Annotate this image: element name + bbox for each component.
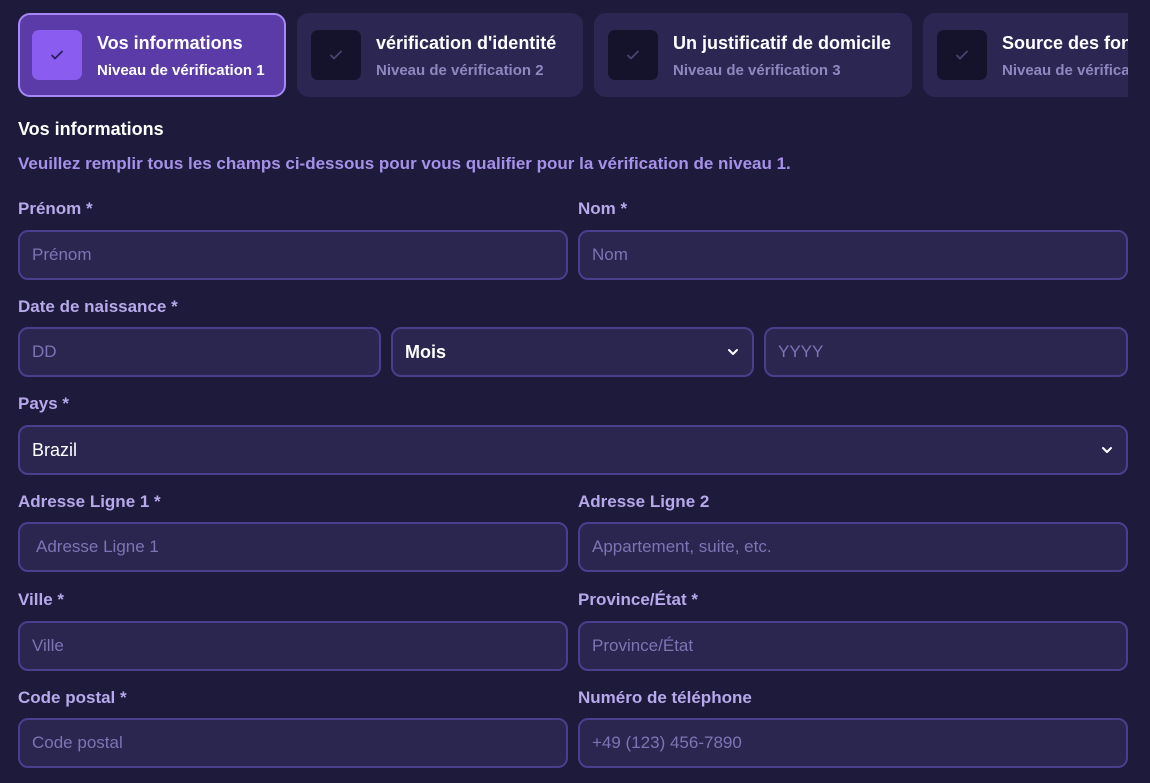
first-name-input[interactable] (18, 230, 568, 280)
address2-input[interactable] (578, 522, 1128, 572)
check-icon (311, 30, 361, 80)
check-icon (32, 30, 82, 80)
step-justificatif-domicile[interactable]: Un justificatif de domicile Niveau de vé… (594, 13, 912, 97)
last-name-label: Nom * (578, 199, 628, 218)
dob-year-input[interactable] (764, 327, 1128, 377)
address1-label: Adresse Ligne 1 * (18, 492, 161, 511)
city-label: Ville * (18, 590, 64, 609)
country-label: Pays * (18, 394, 70, 413)
province-input[interactable] (578, 621, 1128, 671)
postal-input[interactable] (18, 718, 568, 768)
step-level: Niveau de vérification 3 (673, 61, 841, 79)
step-level: Niveau de vérification 1 (97, 61, 265, 79)
chevron-down-icon (728, 349, 738, 355)
step-title: Vos informations (97, 32, 243, 53)
chevron-down-icon (1102, 447, 1112, 453)
step-title: vérification d'identité (376, 32, 557, 53)
last-name-input[interactable] (578, 230, 1128, 280)
address1-input[interactable] (18, 522, 568, 572)
phone-input[interactable] (578, 718, 1128, 768)
postal-label: Code postal * (18, 688, 127, 707)
step-verification-identite[interactable]: vérification d'identité Niveau de vérifi… (297, 13, 583, 97)
step-source-des-fonds[interactable]: Source des fonds Niveau de vérification … (923, 13, 1128, 97)
step-title: Un justificatif de domicile (673, 32, 892, 53)
section-description: Veuillez remplir tous les champs ci-dess… (18, 154, 791, 173)
check-icon (608, 30, 658, 80)
verification-steps: Vos informations Niveau de vérification … (18, 13, 1128, 97)
section-title: Vos informations (18, 119, 164, 139)
country-value: Brazil (32, 439, 78, 460)
check-icon (937, 30, 987, 80)
province-label: Province/État * (578, 590, 698, 609)
city-input[interactable] (18, 621, 568, 671)
address2-label: Adresse Ligne 2 (578, 492, 710, 511)
dob-day-input[interactable] (18, 327, 381, 377)
country-select[interactable]: Brazil (18, 425, 1128, 475)
step-title: Source des fonds (1002, 32, 1128, 53)
dob-month-select[interactable]: Mois (391, 327, 754, 377)
first-name-label: Prénom * (18, 199, 93, 218)
kyc-page: Vos informations Niveau de vérification … (0, 0, 1150, 783)
step-vos-informations[interactable]: Vos informations Niveau de vérification … (18, 13, 286, 97)
dob-month-value: Mois (405, 341, 447, 362)
step-level: Niveau de vérification 2 (376, 61, 544, 79)
dob-label: Date de naissance * (18, 297, 178, 316)
step-level: Niveau de vérification 4 (1002, 61, 1128, 79)
phone-label: Numéro de téléphone (578, 688, 752, 707)
